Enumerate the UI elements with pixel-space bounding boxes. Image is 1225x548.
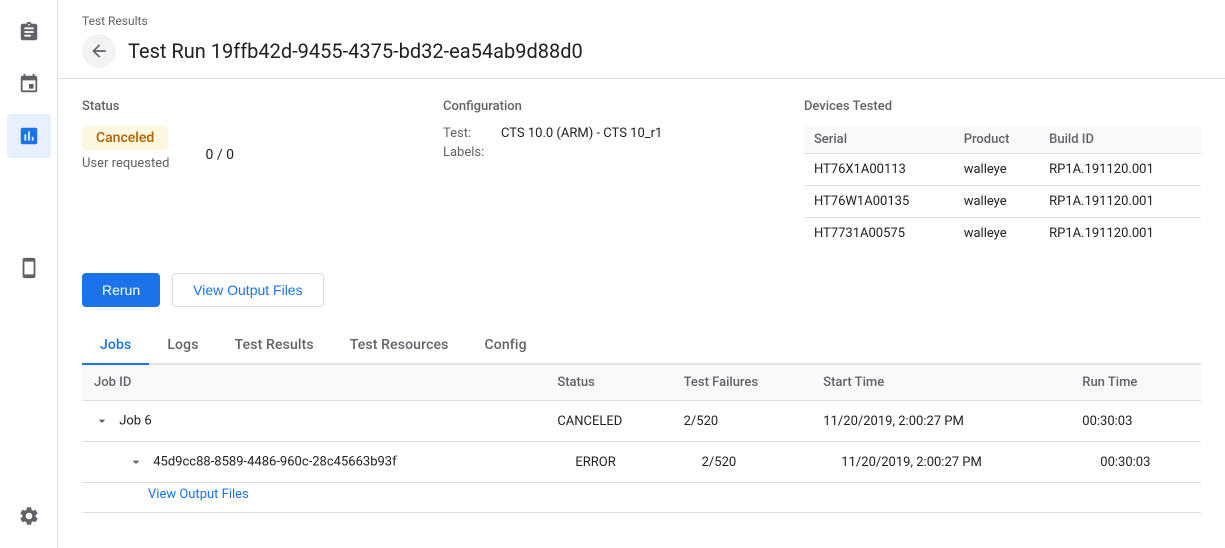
sub-job-status: ERROR: [545, 442, 671, 483]
device-product: walleye: [954, 186, 1039, 218]
sidebar-item-clipboard[interactable]: [7, 10, 51, 54]
jobs-col-failures: Test Failures: [672, 365, 812, 401]
config-test-val: CTS 10.0 (ARM) - CTS 10_r1: [501, 126, 662, 141]
jobs-col-start: Start Time: [811, 365, 1070, 401]
tab-jobs[interactable]: Jobs: [82, 327, 149, 365]
device-build: RP1A.191120.001: [1039, 218, 1201, 250]
content-area: Status Canceled User requested 0 / 0 Con…: [58, 79, 1225, 548]
chevron-down-icon[interactable]: [128, 454, 144, 470]
job-status: CANCELED: [545, 401, 671, 442]
info-section: Status Canceled User requested 0 / 0 Con…: [82, 99, 1201, 249]
devices-row: HT7731A00575 walleye RP1A.191120.001: [804, 218, 1201, 250]
device-serial: HT76X1A00113: [804, 154, 954, 186]
devices-row: HT76X1A00113 walleye RP1A.191120.001: [804, 154, 1201, 186]
devices-col-product: Product: [954, 126, 1039, 154]
page-title: Test Run 19ffb42d-9455-4375-bd32-ea54ab9…: [128, 39, 583, 63]
devices-col-build: Build ID: [1039, 126, 1201, 154]
sidebar: [0, 0, 58, 548]
config-labels-row: Labels:: [443, 145, 804, 160]
config-block: Configuration Test: CTS 10.0 (ARM) - CTS…: [443, 99, 804, 249]
jobs-row: Job 6 CANCELED 2/520 11/20/2019, 2:00:27…: [82, 401, 1201, 442]
device-serial: HT76W1A00135: [804, 186, 954, 218]
progress-text: 0 / 0: [205, 147, 233, 163]
sub-job-runtime: 00:30:03: [1070, 442, 1201, 483]
chevron-down-icon[interactable]: [94, 413, 110, 429]
sub-job-start: 11/20/2019, 2:00:27 PM: [811, 442, 1070, 483]
job-failures: 2/520: [672, 401, 812, 442]
sub-job-id: 45d9cc88-8589-4486-960c-28c45663b93f: [82, 442, 545, 483]
devices-block: Devices Tested Serial Product Build ID H…: [804, 99, 1201, 249]
tab-test-results[interactable]: Test Results: [217, 327, 332, 365]
header: Test Results Test Run 19ffb42d-9455-4375…: [58, 0, 1225, 79]
view-output-row: View Output Files: [82, 483, 1201, 513]
status-row: Canceled User requested 0 / 0: [82, 126, 443, 183]
devices-label: Devices Tested: [804, 99, 1201, 114]
sidebar-item-chart[interactable]: [7, 114, 51, 158]
status-sub: User requested: [82, 156, 169, 171]
config-test-key: Test:: [443, 126, 493, 141]
back-button[interactable]: [82, 34, 116, 68]
action-buttons: Rerun View Output Files: [82, 273, 1201, 307]
jobs-table: Job ID Status Test Failures Start Time R…: [82, 365, 1201, 513]
config-labels-key: Labels:: [443, 145, 493, 160]
page-header: Test Run 19ffb42d-9455-4375-bd32-ea54ab9…: [82, 34, 1201, 68]
devices-col-serial: Serial: [804, 126, 954, 154]
devices-table: Serial Product Build ID HT76X1A00113 wal…: [804, 126, 1201, 249]
job-id: Job 6: [82, 401, 545, 442]
view-output-button[interactable]: View Output Files: [172, 273, 323, 307]
sidebar-item-settings[interactable]: [7, 494, 51, 538]
jobs-col-status: Status: [545, 365, 671, 401]
job-start: 11/20/2019, 2:00:27 PM: [811, 401, 1070, 442]
sub-view-output-link[interactable]: View Output Files: [148, 487, 249, 502]
config-test-row: Test: CTS 10.0 (ARM) - CTS 10_r1: [443, 126, 804, 141]
devices-row: HT76W1A00135 walleye RP1A.191120.001: [804, 186, 1201, 218]
main-content: Test Results Test Run 19ffb42d-9455-4375…: [58, 0, 1225, 548]
sidebar-item-phone[interactable]: [7, 246, 51, 290]
status-block: Status Canceled User requested 0 / 0: [82, 99, 443, 249]
jobs-sub-row: 45d9cc88-8589-4486-960c-28c45663b93f ERR…: [82, 442, 1201, 483]
rerun-button[interactable]: Rerun: [82, 273, 160, 307]
device-build: RP1A.191120.001: [1039, 186, 1201, 218]
status-badge: Canceled: [82, 126, 168, 150]
device-product: walleye: [954, 218, 1039, 250]
tab-logs[interactable]: Logs: [149, 327, 216, 365]
device-build: RP1A.191120.001: [1039, 154, 1201, 186]
tabs: JobsLogsTest ResultsTest ResourcesConfig: [82, 327, 1201, 365]
job-runtime: 00:30:03: [1070, 401, 1201, 442]
config-label: Configuration: [443, 99, 804, 114]
tab-config[interactable]: Config: [467, 327, 545, 365]
jobs-col-runtime: Run Time: [1070, 365, 1201, 401]
jobs-col-id: Job ID: [82, 365, 545, 401]
sidebar-item-calendar[interactable]: [7, 62, 51, 106]
breadcrumb: Test Results: [82, 14, 1201, 28]
sub-job-failures: 2/520: [672, 442, 812, 483]
status-label: Status: [82, 99, 443, 114]
device-serial: HT7731A00575: [804, 218, 954, 250]
device-product: walleye: [954, 154, 1039, 186]
tab-test-resources[interactable]: Test Resources: [332, 327, 467, 365]
